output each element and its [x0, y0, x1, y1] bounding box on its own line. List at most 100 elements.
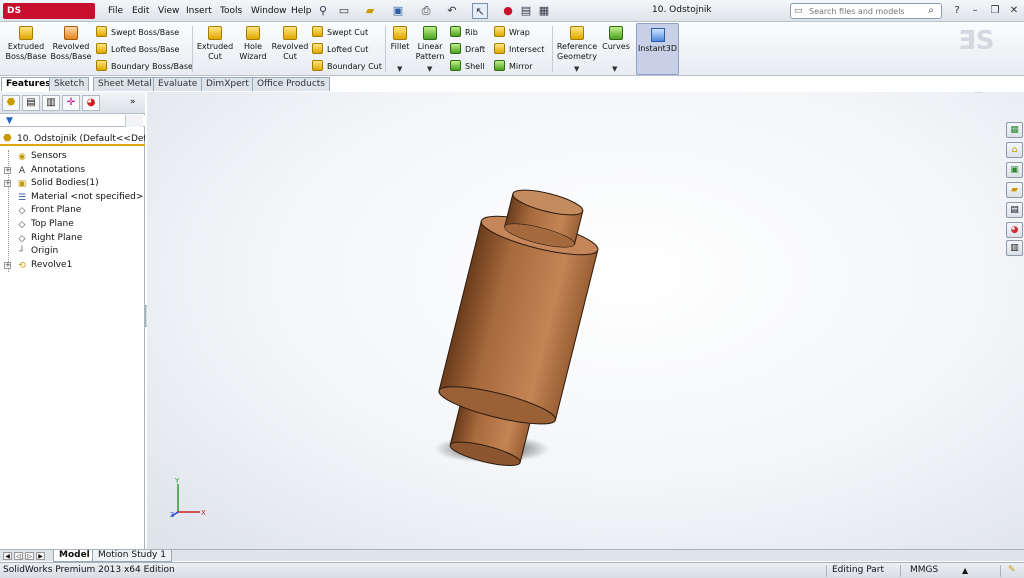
open-folder-icon[interactable]: ▰	[362, 3, 378, 19]
tab-office-products[interactable]: Office Products	[252, 77, 330, 91]
boundary-cut-button[interactable]: Boundary Cut	[312, 60, 382, 74]
expand-toggle-icon[interactable]: +	[4, 166, 11, 174]
folder-icon[interactable]: ▰	[1006, 182, 1023, 198]
curves-button[interactable]: Curves	[600, 24, 632, 52]
instant3d-icon	[650, 28, 665, 42]
menu-edit[interactable]: Edit	[130, 4, 151, 18]
expand-panel-icon[interactable]: »	[130, 97, 136, 107]
rebuild-traffic-light-icon[interactable]: ●	[500, 3, 516, 19]
draft-button[interactable]: Draft	[450, 43, 485, 57]
revolved-boss-button[interactable]: Revolved Boss/Base	[50, 24, 92, 62]
extruded-boss-button[interactable]: Extruded Boss/Base	[4, 24, 48, 62]
tab-dimxpert[interactable]: DimXpert	[201, 77, 254, 91]
tab-features[interactable]: Features	[1, 77, 56, 91]
filter-field[interactable]	[125, 115, 143, 127]
prev-tab-arrow-icon[interactable]: ◁	[14, 552, 23, 560]
boundary-boss-button[interactable]: Boundary Boss/Base	[96, 60, 193, 74]
save-icon[interactable]: ▣	[390, 3, 406, 19]
tree-item[interactable]: + ⟲ Revolve1	[0, 259, 145, 273]
menu-view[interactable]: View	[156, 4, 181, 18]
intersect-button[interactable]: Intersect	[494, 43, 544, 57]
lofted-boss-button[interactable]: Lofted Boss/Base	[96, 43, 179, 57]
instant3d-button[interactable]: Instant3D	[636, 23, 679, 75]
expand-toggle-icon[interactable]: +	[4, 261, 11, 269]
reference-geometry-dropdown-icon[interactable]: ▼	[574, 65, 579, 73]
feature-manager-tab-icon[interactable]: ⬣	[2, 95, 20, 111]
menu-tools[interactable]: Tools	[218, 4, 244, 18]
part-icon: ⬣	[3, 133, 12, 144]
extruded-cut-button[interactable]: Extruded Cut	[196, 24, 234, 62]
fillet-button[interactable]: Fillet	[388, 24, 412, 52]
tab-sheet-metal[interactable]: Sheet Metal	[93, 77, 157, 91]
tree-item[interactable]: ☰ Material <not specified>	[0, 191, 145, 205]
custom-properties-icon[interactable]: ▥	[1006, 240, 1023, 256]
print-icon[interactable]: ⎙	[418, 3, 434, 19]
minimize-button[interactable]: –	[968, 4, 982, 18]
linear-pattern-button[interactable]: Linear Pattern	[414, 24, 446, 62]
curves-dropdown-icon[interactable]: ▼	[612, 65, 617, 73]
solidworks-resources-icon[interactable]: ▦	[1006, 122, 1023, 138]
menu-help[interactable]: Help	[289, 4, 314, 18]
tree-item[interactable]: ◇ Front Plane	[0, 204, 145, 218]
tree-item[interactable]: ┘ Origin	[0, 245, 145, 259]
display-manager-tab-icon[interactable]: ◕	[82, 95, 100, 111]
tree-item[interactable]: ◇ Top Plane	[0, 218, 145, 232]
tree-item[interactable]: + A Annotations	[0, 164, 145, 178]
reference-geometry-button[interactable]: Reference Geometry	[556, 24, 598, 62]
fillet-dropdown-icon[interactable]: ▼	[397, 65, 402, 73]
appearances-icon[interactable]: ◕	[1006, 222, 1023, 238]
property-manager-tab-icon[interactable]: ▤	[22, 95, 40, 111]
options-gear-icon[interactable]: ▦	[536, 3, 552, 19]
first-tab-arrow-icon[interactable]: ◀	[3, 552, 12, 560]
select-pointer-icon[interactable]: ↖	[472, 3, 488, 19]
graphics-area[interactable]: ⌕ ⊕ ↺ ▥ ◈ ◫ ◐ ⊚ ◕ ▣ ▤ ❐ ▭ □ ✕	[147, 92, 1024, 549]
new-document-icon[interactable]: ▭	[336, 3, 352, 19]
tab-sketch[interactable]: Sketch	[49, 77, 90, 91]
help-icon[interactable]: ?	[950, 4, 964, 18]
search-scope-icon[interactable]: ▭	[794, 5, 806, 17]
lofted-cut-button[interactable]: Lofted Cut	[312, 43, 368, 57]
tree-item[interactable]: ◇ Right Plane	[0, 232, 145, 246]
rib-button[interactable]: Rib	[450, 26, 478, 40]
configuration-manager-tab-icon[interactable]: ▥	[42, 95, 60, 111]
units-dropdown-icon[interactable]: ▲	[962, 563, 968, 578]
tree-root-part[interactable]: ⬣ 10. Odstojnik (Default<<Default>	[0, 132, 145, 146]
menu-insert[interactable]: Insert	[184, 4, 214, 18]
tab-motion-study-1[interactable]: Motion Study 1	[92, 550, 172, 562]
close-button[interactable]: ✕	[1007, 4, 1021, 18]
menu-window[interactable]: Window	[249, 4, 289, 18]
shell-button[interactable]: Shell	[450, 60, 485, 74]
tree-item[interactable]: ◉ Sensors	[0, 150, 145, 164]
tab-model[interactable]: Model	[53, 550, 96, 562]
search-input[interactable]	[809, 5, 921, 17]
restore-button[interactable]: ❐	[988, 4, 1002, 18]
next-tab-arrow-icon[interactable]: ▷	[25, 552, 34, 560]
search-icon[interactable]: ⌕	[922, 4, 940, 18]
pattern-dropdown-icon[interactable]: ▼	[427, 65, 432, 73]
mirror-label: Mirror	[509, 62, 533, 71]
solidworks-logo[interactable]: DS SOLIDWORKS	[3, 3, 95, 32]
expand-toggle-icon[interactable]: +	[4, 180, 11, 188]
dimxpert-manager-tab-icon[interactable]: ✛	[62, 95, 80, 111]
swept-boss-button[interactable]: Swept Boss/Base	[96, 26, 179, 40]
last-tab-arrow-icon[interactable]: ▶	[36, 552, 45, 560]
menu-file[interactable]: File	[106, 4, 125, 18]
swept-cut-button[interactable]: Swept Cut	[312, 26, 368, 40]
units-selector[interactable]: MMGS	[910, 563, 938, 578]
search-box[interactable]: ▭ ⌕	[790, 3, 942, 19]
mirror-button[interactable]: Mirror	[494, 60, 533, 74]
hole-wizard-button[interactable]: Hole Wizard	[236, 24, 270, 62]
tree-item[interactable]: + ▣ Solid Bodies(1)	[0, 177, 145, 191]
design-library-icon[interactable]: ⌂	[1006, 142, 1023, 158]
rebuild-status-icon[interactable]: ✎	[1008, 563, 1016, 578]
file-explorer-icon[interactable]: ▣	[1006, 162, 1023, 178]
tab-evaluate[interactable]: Evaluate	[153, 77, 203, 91]
view-palette-icon[interactable]: ▤	[1006, 202, 1023, 218]
undo-icon[interactable]: ↶	[444, 3, 460, 19]
tree-filter[interactable]: ▼	[0, 115, 145, 127]
pin-icon[interactable]: ⚲	[315, 3, 331, 19]
part-model[interactable]	[147, 92, 1024, 549]
file-properties-icon[interactable]: ▤	[518, 3, 534, 19]
revolved-cut-button[interactable]: Revolved Cut	[271, 24, 309, 62]
wrap-button[interactable]: Wrap	[494, 26, 530, 40]
